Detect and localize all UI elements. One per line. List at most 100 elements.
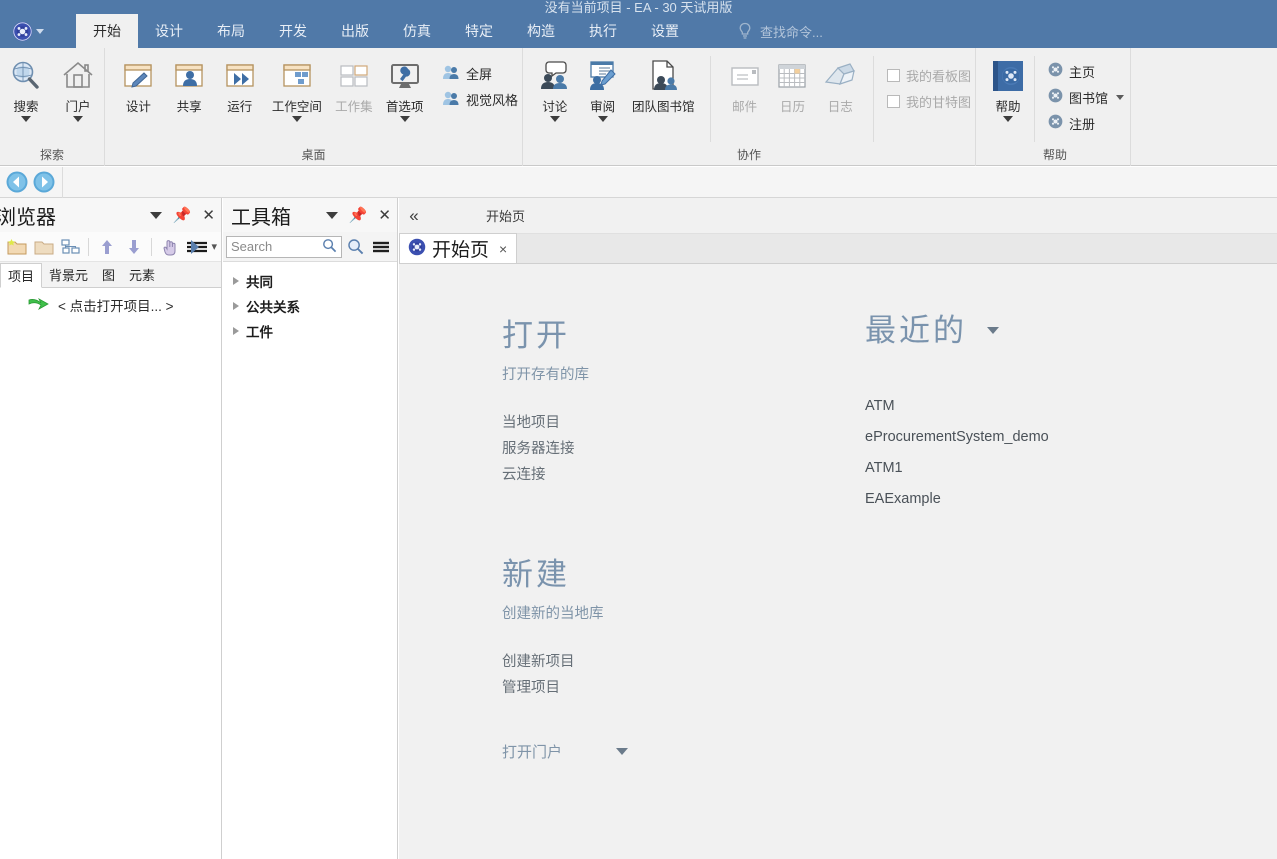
open-links: 当地项目 服务器连接 云连接 [502,410,802,488]
ribbon-tab-8[interactable]: 执行 [572,14,634,48]
browser-tab-3[interactable]: 元素 [122,262,162,287]
ribbon-tab-3[interactable]: 开发 [262,14,324,48]
ribbon-separator [873,56,874,142]
ribbon-button-portal[interactable]: 门户 [52,52,104,122]
person-blue-icon [442,90,460,109]
back-arrow-icon[interactable] [6,171,28,193]
browser-tab-1[interactable]: 背景元 [42,262,95,287]
ribbon-tab-1[interactable]: 设计 [138,14,200,48]
move-up-icon[interactable] [94,235,119,259]
toolbar-overflow-icon[interactable]: ▾ [211,240,217,253]
ribbon-button-fullscreen[interactable]: 全屏 [438,60,522,86]
ribbon-tab-9[interactable]: 设置 [634,14,696,48]
recent-project-item[interactable]: ATM1 [865,453,1205,484]
ribbon-separator [709,56,711,142]
ribbon-tab-4[interactable]: 出版 [324,14,386,48]
toolbox-panel: 工具箱 📌 ✕ Search 共同 公共关系 工件 [223,198,398,859]
window-person-icon [169,56,209,96]
folder-icon[interactable] [31,235,56,259]
ribbon-link-home[interactable]: 主页 [1044,58,1128,84]
ribbon-check-my-gantt[interactable]: 我的甘特图 [883,88,975,114]
browser-tree-root[interactable]: < 点击打开项目... > [0,288,221,315]
toolbox-search-input[interactable]: Search [226,235,342,258]
ribbon-tab-7[interactable]: 构造 [510,14,572,48]
ribbon-button-label: 帮助 [995,100,1021,114]
ribbon-button-preferences[interactable]: 首选项 [379,52,430,122]
ribbon-button-workspace[interactable]: 工作空间 [265,52,328,122]
window-play-icon [220,56,260,96]
close-icon[interactable]: × [499,241,507,257]
ribbon-tab-2[interactable]: 布局 [200,14,262,48]
open-link[interactable]: 服务器连接 [502,436,802,462]
doc-people-icon [643,56,683,96]
ribbon-button-visual-style[interactable]: 视觉风格 [438,86,522,112]
ribbon-button-help[interactable]: 帮助 [986,52,1030,122]
new-folder-icon[interactable] [4,235,29,259]
close-icon[interactable]: ✕ [378,208,391,223]
pin-icon[interactable]: 📌 [349,208,368,223]
ribbon-button-share[interactable]: 共享 [164,52,215,114]
ribbon-tab-strip: 开始 设计 布局 开发 出版 仿真 特定 构造 执行 设置 查找命令... [0,14,1277,48]
model-structure-icon[interactable] [58,235,83,259]
ribbon-button-design[interactable]: 设计 [113,52,164,114]
recent-project-item[interactable]: ATM [865,391,1205,422]
ribbon-button-mail[interactable]: 邮件 [721,52,769,114]
move-down-icon[interactable] [121,235,146,259]
create-link[interactable]: 创建新项目 [502,649,822,675]
ribbon-button-workset[interactable]: 工作集 [329,52,380,114]
document-tab-label: 开始页 [432,240,490,261]
hand-pointer-icon[interactable] [157,235,182,259]
chevron-down-icon[interactable] [987,327,999,334]
toolbox-item[interactable]: 公共关系 [223,293,397,318]
chevron-down-icon[interactable] [149,211,162,219]
filter-lines-icon[interactable] [184,235,209,259]
ribbon-button-calendar[interactable]: 日历 [769,52,817,114]
ribbon-button-search[interactable]: 搜索 [0,52,52,122]
browser-tab-2[interactable]: 图 [95,262,122,287]
open-heading: 打开 [502,318,570,353]
ribbon-button-discuss[interactable]: 讨论 [531,52,579,122]
ea-orb-icon [1048,88,1063,106]
application-menu-button[interactable] [12,18,54,44]
command-search[interactable]: 查找命令... [738,14,823,48]
open-link[interactable]: 当地项目 [502,410,802,436]
pin-icon[interactable]: 📌 [173,208,192,223]
ribbon: 搜索 门户 探索 设计 共享 运行 工作空间 工作集 首选项 全屏 视觉风格 桌… [0,48,1277,166]
search-magnifier-icon[interactable] [342,235,368,259]
toolbox-item-label: 工件 [246,324,273,340]
chevron-down-icon[interactable] [325,211,338,219]
ribbon-tab-6[interactable]: 特定 [448,14,510,48]
browser-tab-0[interactable]: 项目 [0,263,43,288]
open-portal-button[interactable]: 打开门户 [502,741,822,762]
open-link[interactable]: 云连接 [502,462,802,488]
chevron-right-icon [233,276,239,285]
window-title: 没有当前项目 - EA - 30 天试用版 [544,0,733,14]
checkbox-icon [887,68,900,82]
ribbon-button-review[interactable]: 审阅 [579,52,627,122]
create-link[interactable]: 管理项目 [502,675,822,701]
ribbon-check-my-kanban[interactable]: 我的看板图 [883,62,975,88]
breadcrumb-bar: « 开始页 [399,198,1277,234]
toolbox-item[interactable]: 工件 [223,318,397,343]
document-tab-start-page[interactable]: 开始页 × [399,233,518,263]
ribbon-button-run[interactable]: 运行 [214,52,265,114]
ribbon-button-team-library[interactable]: 团队图书馆 [627,52,700,114]
browser-panel-title: 浏览器 [0,206,56,229]
monitor-wrench-icon [385,56,425,96]
ribbon-tab-0[interactable]: 开始 [76,14,138,48]
toolbox-item[interactable]: 共同 [223,268,397,293]
double-chevron-left-icon[interactable]: « [399,206,429,226]
chevron-down-icon [21,116,31,122]
ribbon-check-label: 我的看板图 [906,68,972,84]
ribbon-button-label: 团队图书馆 [631,100,695,114]
ribbon-tab-5[interactable]: 仿真 [386,14,448,48]
close-icon[interactable]: ✕ [202,208,215,223]
forward-arrow-icon[interactable] [33,171,55,193]
recent-project-item[interactable]: eProcurementSystem_demo [865,422,1205,453]
ribbon-button-journal[interactable]: 日志 [816,52,864,114]
recent-project-item[interactable]: EAExample [865,484,1205,515]
ribbon-link-register[interactable]: 注册 [1044,110,1128,136]
hamburger-menu-icon[interactable] [368,235,394,259]
window-shapes-icon [277,56,317,96]
ribbon-link-library[interactable]: 图书馆 [1044,84,1128,110]
